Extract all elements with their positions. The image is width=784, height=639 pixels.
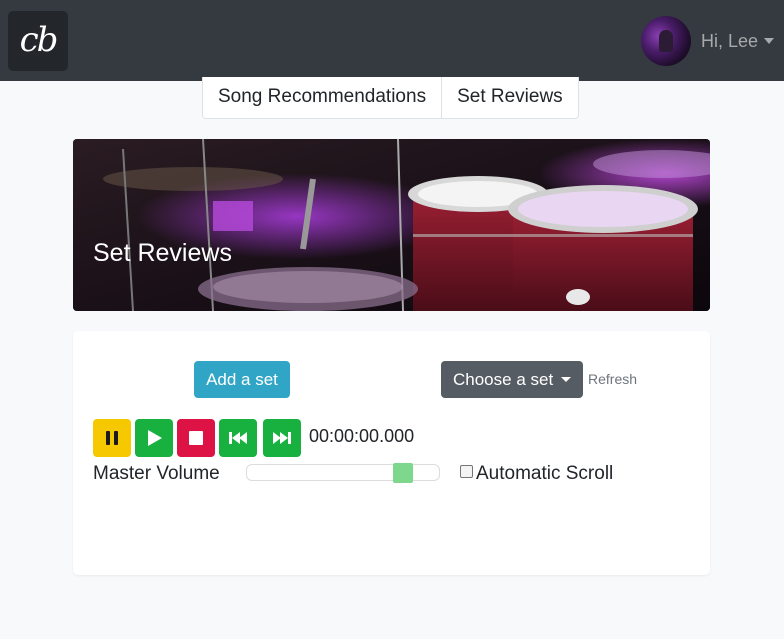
choose-set-label: Choose a set	[453, 370, 554, 389]
master-volume-slider[interactable]	[246, 463, 440, 483]
refresh-link[interactable]: Refresh	[588, 371, 637, 387]
caret-down-icon	[561, 377, 571, 382]
user-menu[interactable]: Hi, Lee	[640, 16, 774, 66]
play-button[interactable]	[135, 419, 173, 457]
navbar: cb Hi, Lee	[0, 0, 784, 81]
tab-set-reviews[interactable]: Set Reviews	[441, 77, 578, 118]
master-volume-label: Master Volume	[93, 463, 220, 484]
hero-banner: Set Reviews	[73, 139, 710, 311]
choose-set-dropdown[interactable]: Choose a set	[441, 361, 583, 398]
volume-slider-thumb[interactable]	[393, 463, 413, 483]
skip-forward-icon	[273, 432, 291, 444]
pause-icon	[106, 431, 118, 445]
skip-forward-button[interactable]	[263, 419, 301, 457]
skip-back-button[interactable]	[219, 419, 257, 457]
automatic-scroll-checkbox[interactable]	[460, 465, 473, 478]
player-card: Add a set Choose a set Refresh 00:00:00.…	[73, 331, 710, 575]
brand-logo[interactable]: cb	[8, 11, 68, 71]
add-set-button[interactable]: Add a set	[194, 361, 290, 398]
page-title: Set Reviews	[93, 239, 232, 267]
automatic-scroll-label[interactable]: Automatic Scroll	[476, 463, 613, 485]
tab-song-recommendations[interactable]: Song Recommendations	[203, 77, 441, 118]
playback-time: 00:00:00.000	[309, 426, 415, 446]
caret-down-icon[interactable]	[764, 38, 774, 44]
user-avatar[interactable]	[640, 16, 691, 66]
page-tabs: Song Recommendations Set Reviews	[202, 77, 579, 119]
stop-icon	[189, 431, 203, 445]
pause-button[interactable]	[93, 419, 131, 457]
user-greeting[interactable]: Hi, Lee	[701, 31, 758, 52]
drum-kit-image	[73, 139, 710, 311]
play-icon	[148, 430, 162, 446]
stop-button[interactable]	[177, 419, 215, 457]
skip-back-icon	[229, 432, 247, 444]
